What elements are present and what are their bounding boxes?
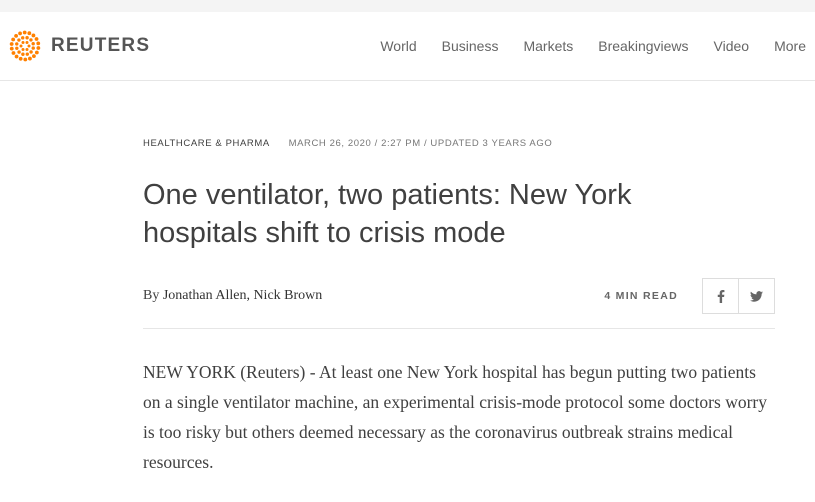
- article-meta: HEALTHCARE & PHARMA MARCH 26, 2020 / 2:2…: [143, 138, 552, 150]
- share-buttons: [702, 278, 775, 314]
- main-nav: World Business Markets Breakingviews Vid…: [380, 37, 806, 55]
- section-link[interactable]: HEALTHCARE & PHARMA: [143, 138, 269, 149]
- byline: By Jonathan Allen, Nick Brown: [143, 288, 322, 304]
- site-header: REUTERS World Business Markets Breakingv…: [0, 12, 815, 81]
- facebook-share-button[interactable]: [703, 279, 738, 313]
- article-title: One ventilator, two patients: New York h…: [143, 179, 632, 249]
- nav-item-breakingviews[interactable]: Breakingviews: [598, 37, 688, 55]
- twitter-share-button[interactable]: [738, 279, 774, 313]
- brand-name: REUTERS: [51, 35, 151, 56]
- read-time: 4 MIN READ: [604, 290, 678, 302]
- twitter-icon: [750, 290, 763, 302]
- nav-item-business[interactable]: Business: [442, 37, 499, 55]
- byline-divider: [143, 328, 775, 329]
- browser-top-strip: [0, 0, 815, 12]
- byline-row: By Jonathan Allen, Nick Brown 4 MIN READ: [143, 278, 775, 314]
- byline-prefix: By: [143, 288, 160, 303]
- author-names[interactable]: Jonathan Allen, Nick Brown: [163, 288, 322, 303]
- nav-item-video[interactable]: Video: [714, 37, 750, 55]
- facebook-icon: [717, 289, 724, 303]
- lead-paragraph: NEW YORK (Reuters) - At least one New Yo…: [143, 362, 767, 472]
- nav-item-world[interactable]: World: [380, 37, 416, 55]
- nav-item-more[interactable]: More: [774, 37, 806, 55]
- reuters-logo-icon: [9, 30, 41, 62]
- nav-item-markets[interactable]: Markets: [523, 37, 573, 55]
- dateline: MARCH 26, 2020 / 2:27 PM / UPDATED 3 YEA…: [288, 138, 553, 149]
- reuters-logo[interactable]: REUTERS: [8, 29, 150, 63]
